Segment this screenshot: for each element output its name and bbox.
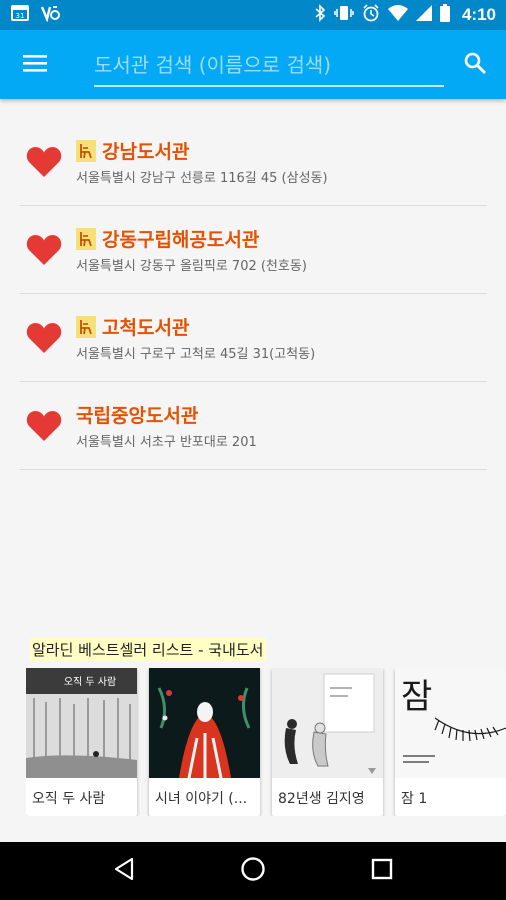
library-name: 강동구립해공도서관 xyxy=(102,229,260,251)
system-nav-bar xyxy=(0,842,506,900)
battery-icon xyxy=(439,4,450,26)
hamburger-menu-icon xyxy=(23,53,47,77)
book-title: 오직 두 사람 xyxy=(32,791,106,807)
library-name: 국립중앙도서관 xyxy=(76,405,199,427)
home-circle-icon xyxy=(240,856,266,886)
svg-text:31: 31 xyxy=(16,12,25,20)
status-bar: 31 4:10 xyxy=(0,0,506,30)
library-item[interactable]: 국립중앙도서관 서울특별시 서초구 반포대로 201 xyxy=(20,382,487,470)
bestseller-title: 알라딘 베스트셀러 리스트 - 국내도서 xyxy=(30,638,266,661)
book-card[interactable]: 82년생 김지영 xyxy=(272,668,383,816)
book-cover-title: 잠 xyxy=(401,677,432,717)
search-input[interactable] xyxy=(94,52,444,77)
book-cover: 잠 xyxy=(395,668,506,778)
library-list: 강남도서관 서울특별시 강남구 선릉로 116길 45 (삼성동) 강동구립해공… xyxy=(20,118,487,470)
calendar-notification-icon: 31 xyxy=(10,4,30,26)
library-item[interactable]: 강남도서관 서울특별시 강남구 선릉로 116길 45 (삼성동) xyxy=(20,118,487,206)
book-cover: 오직 두 사람 xyxy=(26,668,137,778)
alarm-icon xyxy=(362,4,380,26)
library-name: 강남도서관 xyxy=(102,141,190,163)
book-cover xyxy=(272,668,383,778)
recents-square-icon xyxy=(371,858,393,884)
search-button[interactable] xyxy=(444,30,506,99)
favorite-heart-icon[interactable] xyxy=(20,410,76,442)
book-card[interactable]: 잠 잠 1 xyxy=(395,668,506,816)
library-item[interactable]: 고척도서관 서울특별시 구로구 고척로 45길 31(고척동) xyxy=(20,294,487,382)
reading-room-chair-icon xyxy=(76,315,96,338)
vibrate-icon xyxy=(334,4,354,26)
library-address: 서울특별시 구로구 고척로 45길 31(고척동) xyxy=(76,347,316,362)
back-button[interactable] xyxy=(94,842,154,900)
book-card[interactable]: 시녀 이야기 (... xyxy=(149,668,260,816)
back-triangle-icon xyxy=(113,857,135,885)
library-address: 서울특별시 서초구 반포대로 201 xyxy=(76,435,257,450)
bestseller-carousel[interactable]: 오직 두 사람 오직 두 사람 시녀 이야기 (... 82년생 김지영 잠 잠… xyxy=(26,668,506,816)
book-title: 82년생 김지영 xyxy=(278,791,365,807)
menu-button[interactable] xyxy=(0,30,70,99)
book-card[interactable]: 오직 두 사람 오직 두 사람 xyxy=(26,668,137,816)
favorite-heart-icon[interactable] xyxy=(20,234,76,266)
library-address: 서울특별시 강남구 선릉로 116길 45 (삼성동) xyxy=(76,171,328,186)
status-time: 4:10 xyxy=(461,5,496,24)
app-bar xyxy=(0,30,506,99)
favorite-heart-icon[interactable] xyxy=(20,146,76,178)
search-icon xyxy=(463,51,487,79)
library-item[interactable]: 강동구립해공도서관 서울특별시 강동구 올림픽로 702 (천호동) xyxy=(20,206,487,294)
book-title: 시녀 이야기 (... xyxy=(155,791,248,807)
book-title: 잠 1 xyxy=(401,791,428,807)
reading-room-chair-icon xyxy=(76,227,96,250)
library-name: 고척도서관 xyxy=(102,317,190,339)
recents-button[interactable] xyxy=(352,842,412,900)
favorite-heart-icon[interactable] xyxy=(20,322,76,354)
signal-icon xyxy=(415,5,432,25)
reading-room-chair-icon xyxy=(76,139,96,162)
home-button[interactable] xyxy=(223,842,283,900)
app-notification-icon xyxy=(40,4,62,26)
library-address: 서울특별시 강동구 올림픽로 702 (천호동) xyxy=(76,259,307,274)
wifi-icon xyxy=(387,5,408,25)
bluetooth-icon xyxy=(314,4,326,26)
book-cover xyxy=(149,668,260,778)
book-cover-title: 오직 두 사람 xyxy=(64,675,116,688)
search-field xyxy=(94,43,444,87)
